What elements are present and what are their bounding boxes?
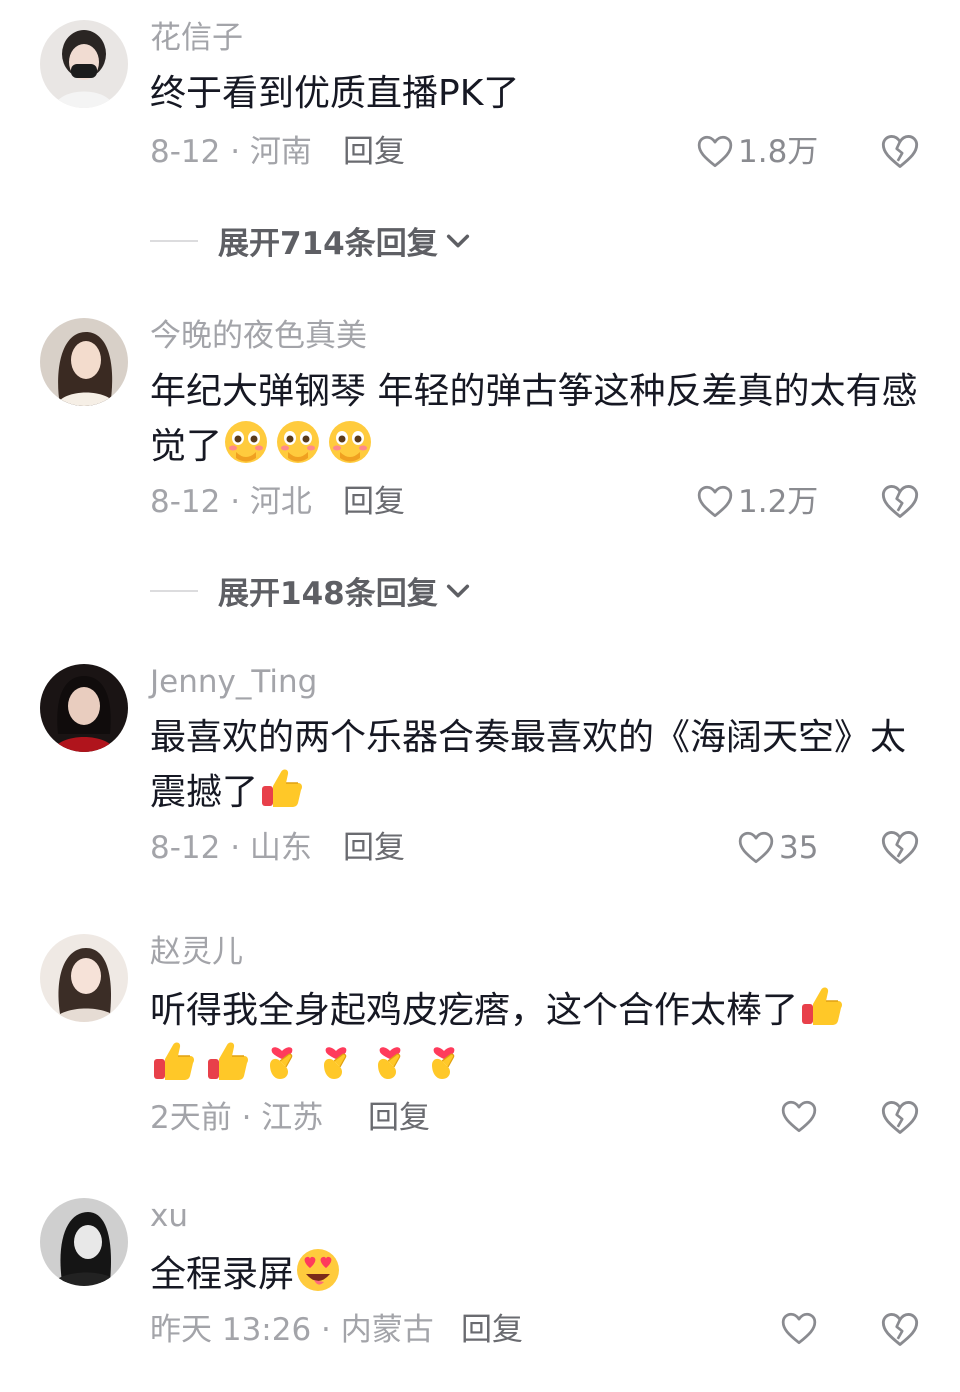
thumbs-up-emoji-icon xyxy=(150,1037,198,1085)
heart-icon xyxy=(696,483,734,521)
dislike-button[interactable] xyxy=(880,132,920,176)
broken-heart-icon xyxy=(880,828,920,868)
username[interactable]: 赵灵儿 xyxy=(150,932,243,972)
reply-button[interactable]: 回复 xyxy=(343,482,405,522)
broken-heart-icon xyxy=(880,1098,920,1138)
reply-button[interactable]: 回复 xyxy=(461,1310,523,1350)
heart-icon xyxy=(737,829,775,867)
avatar[interactable] xyxy=(40,20,128,108)
expand-replies-button[interactable]: 展开148条回复 xyxy=(150,568,472,613)
comment-text: 全程录屏 xyxy=(150,1246,920,1301)
blush-emoji-icon xyxy=(326,418,374,466)
emoji-group xyxy=(798,982,846,1030)
like-count: 1.2万 xyxy=(738,484,819,520)
broken-heart-icon xyxy=(880,482,920,522)
broken-heart-icon xyxy=(880,1310,920,1350)
emoji-group-line2 xyxy=(150,1037,468,1085)
emoji-group xyxy=(294,1246,342,1294)
date-location: 2天前 · 江苏 xyxy=(150,1100,324,1136)
avatar[interactable] xyxy=(40,318,128,406)
comment-text: 听得我全身起鸡皮疙瘩，这个合作太棒了 xyxy=(150,982,920,1092)
username[interactable]: Jenny_Ting xyxy=(150,662,317,702)
expand-replies-button[interactable]: 展开714条回复 xyxy=(150,218,472,263)
expand-replies-label: 展开714条回复 xyxy=(218,226,438,262)
blush-emoji-icon xyxy=(222,418,270,466)
thumbs-up-emoji-icon xyxy=(258,764,306,812)
like-count: 1.8万 xyxy=(738,134,819,170)
comment-text: 最喜欢的两个乐器合奏最喜欢的《海阔天空》太震撼了 xyxy=(150,717,907,813)
date-location: 8-12 · 山东 xyxy=(150,830,312,866)
divider-line xyxy=(150,589,198,592)
emoji-group xyxy=(222,418,374,466)
heart-icon xyxy=(780,1310,818,1348)
username[interactable]: xu xyxy=(150,1196,188,1236)
dislike-button[interactable] xyxy=(880,482,920,526)
like-button[interactable]: 35 xyxy=(737,828,818,868)
broken-heart-icon xyxy=(880,132,920,172)
chevron-down-icon xyxy=(444,227,472,255)
heart-eyes-emoji-icon xyxy=(294,1246,342,1294)
dislike-button[interactable] xyxy=(880,828,920,872)
divider-line xyxy=(150,239,198,242)
comment-text: 终于看到优质直播PK了 xyxy=(150,73,520,114)
chevron-down-icon xyxy=(444,577,472,605)
blush-emoji-icon xyxy=(274,418,322,466)
heart-icon xyxy=(696,133,734,171)
reply-button[interactable]: 回复 xyxy=(368,1098,430,1138)
like-button[interactable] xyxy=(780,1310,822,1348)
thumbs-up-emoji-icon xyxy=(798,982,846,1030)
like-button[interactable]: 1.8万 xyxy=(696,132,818,172)
avatar[interactable] xyxy=(40,664,128,752)
finger-heart-emoji-icon xyxy=(312,1037,360,1085)
dislike-button[interactable] xyxy=(880,1098,920,1142)
date-location: 8-12 · 河北 xyxy=(150,484,312,520)
thumbs-up-emoji-icon xyxy=(204,1037,252,1085)
date-location: 昨天 13:26 · 内蒙古 xyxy=(150,1312,434,1348)
expand-replies-label: 展开148条回复 xyxy=(218,576,438,612)
finger-heart-emoji-icon xyxy=(258,1037,306,1085)
like-button[interactable] xyxy=(780,1098,822,1136)
username[interactable]: 今晚的夜色真美 xyxy=(150,316,367,356)
like-count: 35 xyxy=(779,830,819,866)
like-button[interactable]: 1.2万 xyxy=(696,482,818,522)
username[interactable]: 花信子 xyxy=(150,18,243,58)
finger-heart-emoji-icon xyxy=(366,1037,414,1085)
reply-button[interactable]: 回复 xyxy=(343,132,405,172)
reply-button[interactable]: 回复 xyxy=(343,828,405,868)
avatar[interactable] xyxy=(40,934,128,1022)
comment-text: 年纪大弹钢琴 年轻的弹古筝这种反差真的太有感觉了 xyxy=(150,371,918,467)
date-location: 8-12 · 河南 xyxy=(150,134,312,170)
heart-icon xyxy=(780,1098,818,1136)
finger-heart-emoji-icon xyxy=(420,1037,468,1085)
avatar[interactable] xyxy=(40,1198,128,1286)
emoji-group xyxy=(258,764,306,812)
dislike-button[interactable] xyxy=(880,1310,920,1354)
